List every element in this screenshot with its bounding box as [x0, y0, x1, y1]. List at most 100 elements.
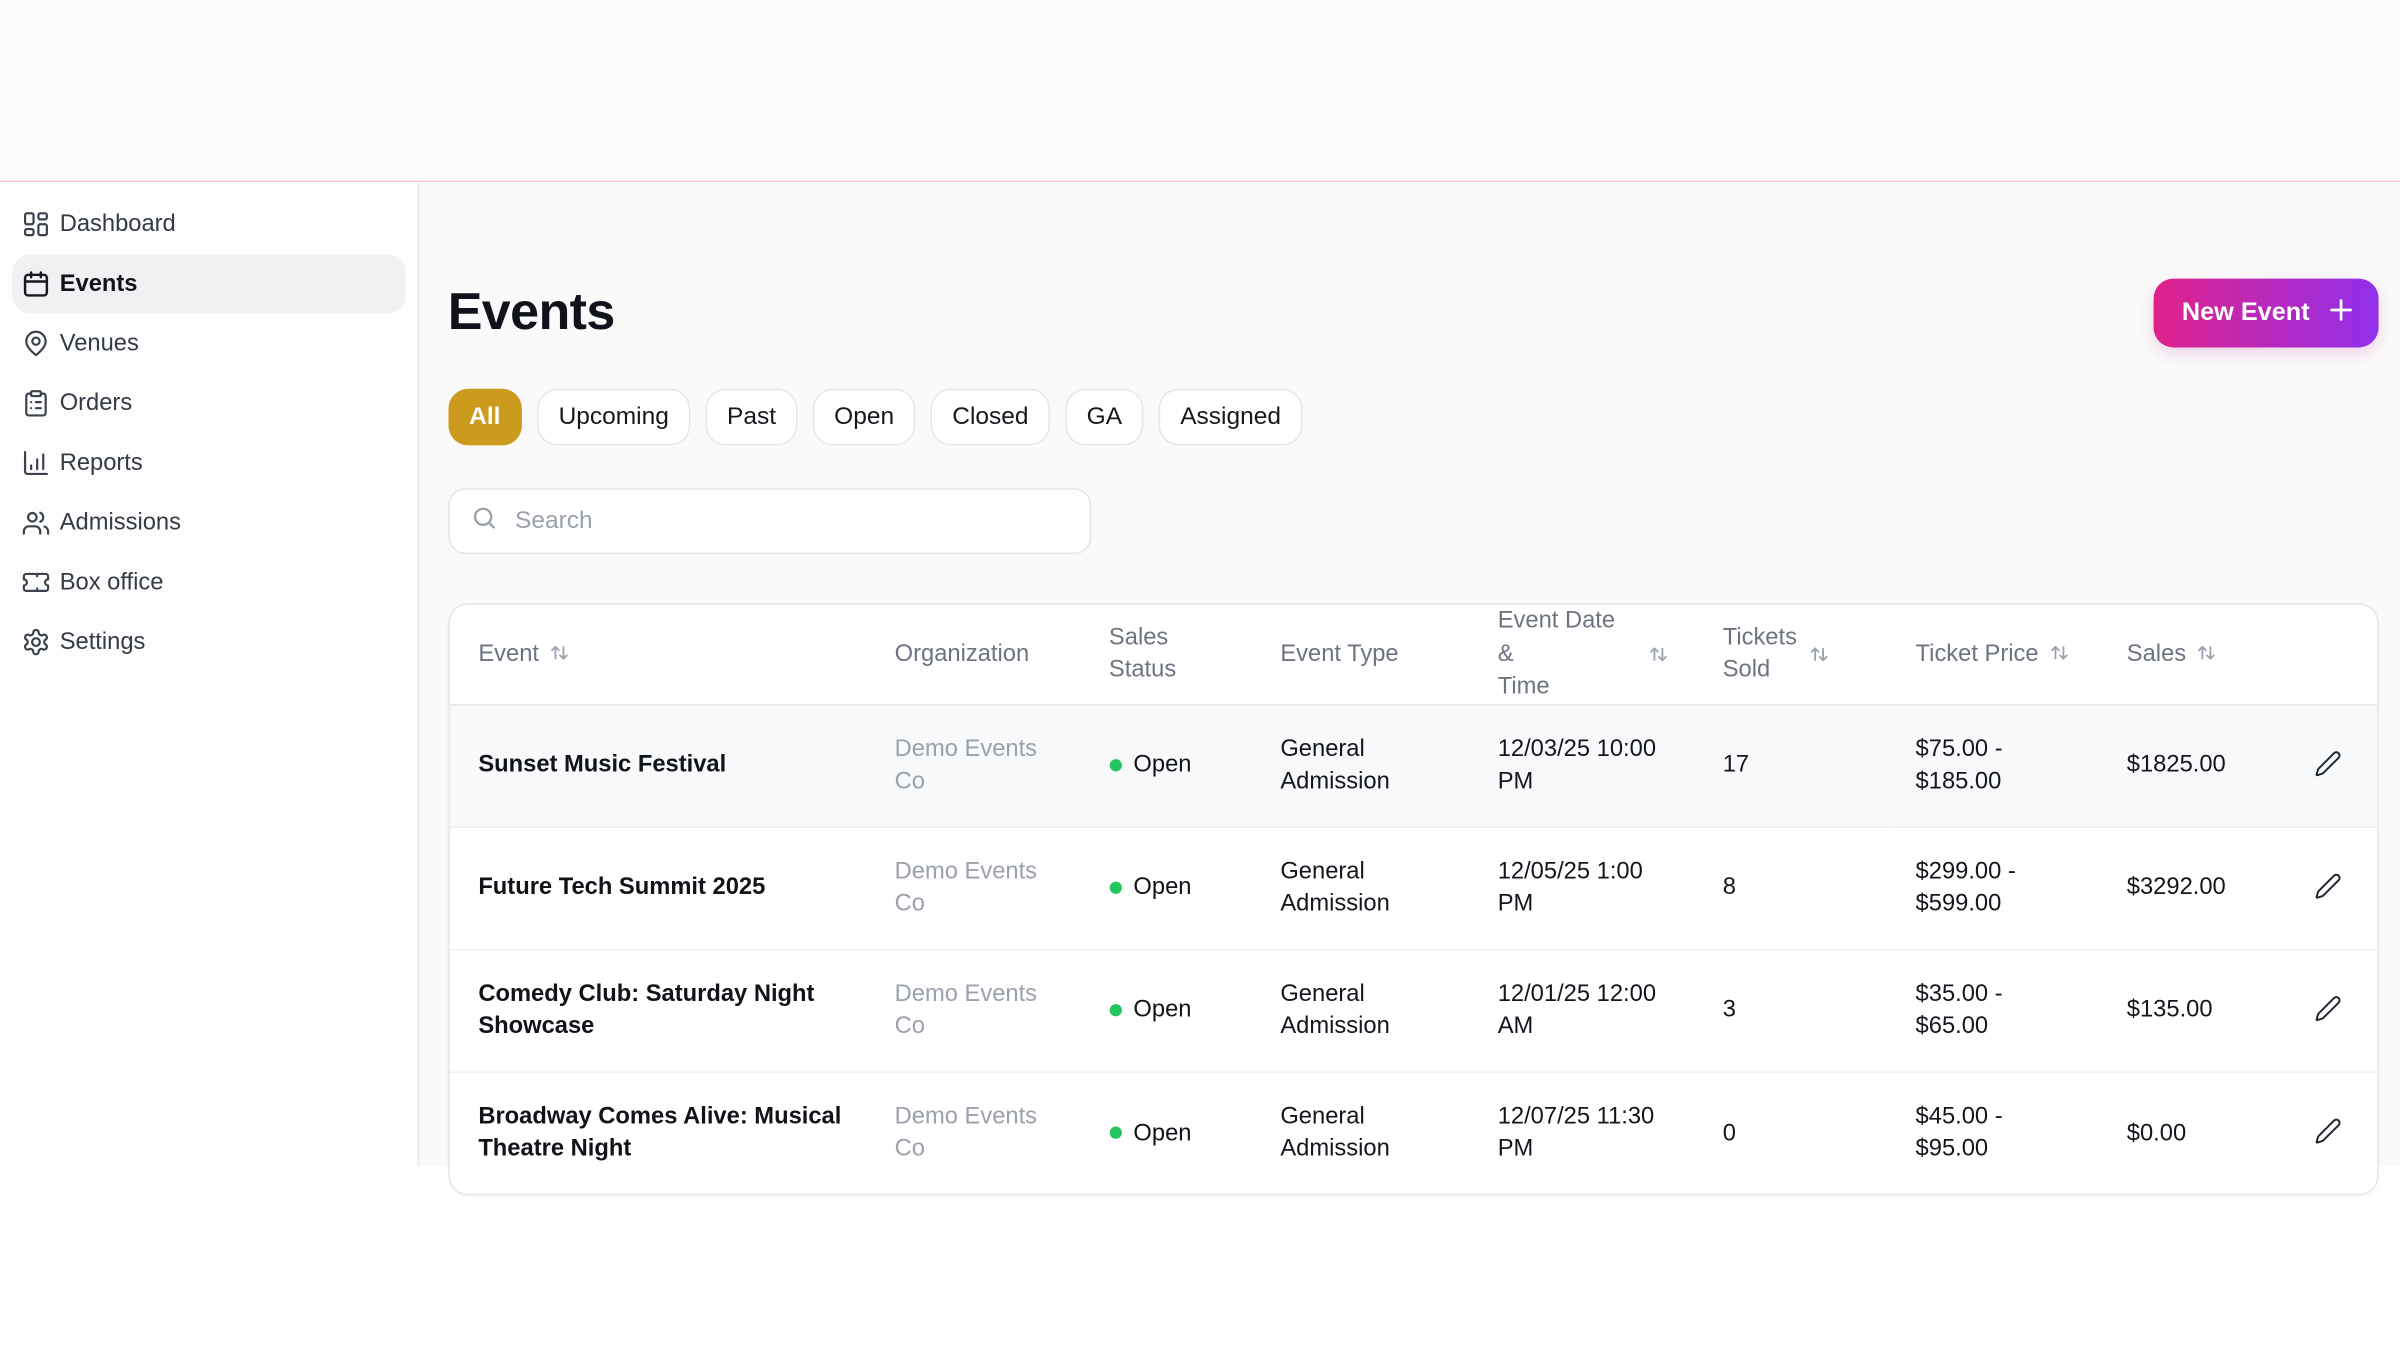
filter-open[interactable]: Open: [812, 388, 916, 446]
event-type: General Admission: [1280, 857, 1390, 917]
events-table: Event Organization Sales Status Event Type Ev…: [449, 604, 2377, 1194]
event-datetime: 12/05/25 1:00 PM: [1497, 857, 1643, 917]
new-event-label: New Event: [2181, 298, 2310, 327]
plus-icon: [2326, 295, 2355, 332]
sales-status: Open: [1108, 749, 1225, 782]
filter-upcoming[interactable]: Upcoming: [537, 388, 691, 446]
status-label: Open: [1133, 996, 1192, 1023]
ticket-icon: [20, 567, 51, 598]
ticket-price: $299.00 - $599.00: [1915, 857, 2016, 917]
pencil-icon: [2314, 994, 2342, 1026]
organization: Demo Events Co: [894, 735, 1038, 795]
edit-event-button[interactable]: [2310, 869, 2344, 907]
status-label: Open: [1133, 751, 1192, 778]
filter-all[interactable]: All: [447, 388, 522, 446]
sidebar-item-orders[interactable]: Orders: [12, 373, 405, 433]
edit-event-button[interactable]: [2310, 1114, 2344, 1152]
ticket-price: $45.00 - $95.00: [1915, 1103, 2003, 1163]
column-header-sales_status: Sales Status: [1081, 604, 1253, 705]
column-label: Sales Status: [1108, 624, 1177, 684]
status-dot-icon: [1108, 1126, 1122, 1140]
screen: Dashboard Events Venues Orders Reports Admiss…: [0, 0, 2400, 1350]
sort-icon: [2049, 643, 2069, 663]
sidebar-nav: Dashboard Events Venues Orders Reports Admiss…: [0, 194, 418, 672]
table-header-row: Event Organization Sales Status Event Type Ev…: [449, 604, 2377, 705]
event-type: General Admission: [1280, 1103, 1390, 1163]
sidebar-item-settings[interactable]: Settings: [12, 612, 405, 672]
sidebar-item-label: Reports: [59, 449, 143, 476]
ticket-price: $75.00 - $185.00: [1915, 735, 2003, 795]
column-header-event_type: Event Type: [1252, 604, 1471, 705]
event-datetime: 12/07/25 11:30 PM: [1497, 1103, 1655, 1163]
column-header-ticket_price[interactable]: Ticket Price: [1888, 604, 2100, 705]
status-dot-icon: [1108, 1004, 1122, 1017]
layout-dashboard-icon: [20, 209, 51, 240]
event-name: Future Tech Summit 2025: [478, 874, 766, 901]
sidebar-item-box-office[interactable]: Box office: [12, 553, 405, 613]
status-label: Open: [1133, 1119, 1192, 1146]
sidebar-item-admissions[interactable]: Admissions: [12, 493, 405, 553]
filter-ga[interactable]: GA: [1065, 388, 1144, 446]
status-label: Open: [1133, 874, 1192, 901]
column-header-tickets_sold[interactable]: Tickets Sold: [1695, 604, 1889, 705]
top-band: [0, 0, 2400, 183]
events-table-card: Event Organization Sales Status Event Type Ev…: [447, 603, 2378, 1196]
column-label: Event: [478, 640, 539, 667]
table-row: Sunset Music Festival Demo Events Co Open G…: [449, 704, 2377, 827]
filter-past[interactable]: Past: [705, 388, 798, 446]
sidebar-item-label: Box office: [59, 568, 164, 595]
column-label: Ticket Price: [1915, 640, 2039, 667]
search-icon: [471, 504, 497, 538]
column-label: Sales: [2126, 640, 2187, 667]
page-header: Events New Event: [447, 278, 2378, 348]
table-body: Sunset Music Festival Demo Events Co Open G…: [449, 704, 2377, 1194]
event-datetime: 12/03/25 10:00 PM: [1497, 735, 1657, 795]
new-event-button[interactable]: New Event: [2152, 278, 2378, 348]
table-row: Future Tech Summit 2025 Demo Events Co Ope…: [449, 825, 2377, 949]
sort-icon: [2197, 643, 2217, 663]
edit-event-button[interactable]: [2310, 991, 2344, 1029]
sidebar-item-venues[interactable]: Venues: [12, 314, 405, 374]
event-name: Comedy Club: Saturday Night Showcase: [478, 980, 815, 1040]
sidebar-item-dashboard[interactable]: Dashboard: [12, 194, 405, 254]
column-label: Event Type: [1280, 640, 1399, 667]
column-header-sales[interactable]: Sales: [2099, 604, 2283, 705]
sidebar-item-reports[interactable]: Reports: [12, 433, 405, 493]
sales-amount: $0.00: [2126, 1119, 2187, 1146]
status-dot-icon: [1108, 759, 1122, 772]
column-header-datetime[interactable]: Event Date & Time: [1470, 604, 1696, 705]
sales-status: Open: [1108, 871, 1225, 904]
sidebar: Dashboard Events Venues Orders Reports Admiss…: [0, 182, 420, 1167]
filter-bar: All Upcoming Past Open Closed GA Assigned: [447, 388, 2378, 446]
sales-amount: $135.00: [2126, 996, 2213, 1023]
event-datetime: 12/01/25 12:00 AM: [1497, 980, 1657, 1040]
calendar-icon: [20, 269, 51, 300]
organization: Demo Events Co: [894, 857, 1038, 917]
event-name: Broadway Comes Alive: Musical Theatre Ni…: [478, 1103, 842, 1163]
sidebar-item-label: Orders: [59, 389, 133, 416]
tickets-sold: 0: [1722, 1119, 1736, 1146]
filter-assigned[interactable]: Assigned: [1158, 388, 1303, 446]
page-title: Events: [447, 283, 616, 342]
search-input[interactable]: [515, 507, 1068, 535]
edit-event-button[interactable]: [2310, 746, 2344, 784]
sales-status: Open: [1108, 994, 1225, 1027]
column-label: Event Date & Time: [1497, 607, 1616, 700]
column-label: Organization: [894, 640, 1030, 667]
sort-icon: [550, 643, 570, 663]
main-content: Events New Event All Upcoming Past Open Clos…: [419, 182, 2400, 1196]
pencil-icon: [2314, 749, 2342, 781]
sidebar-item-label: Dashboard: [59, 210, 176, 237]
sidebar-item-label: Events: [59, 270, 138, 297]
event-type: General Admission: [1280, 735, 1390, 795]
column-header-event[interactable]: Event: [449, 604, 868, 705]
filter-closed[interactable]: Closed: [930, 388, 1050, 446]
sort-icon: [1648, 644, 1668, 664]
status-dot-icon: [1108, 881, 1122, 894]
column-header-actions: [2282, 604, 2377, 705]
event-type: General Admission: [1280, 980, 1390, 1040]
sidebar-item-events[interactable]: Events: [12, 254, 406, 314]
users-icon: [20, 507, 51, 538]
gear-icon: [20, 627, 51, 658]
sidebar-item-label: Admissions: [59, 508, 181, 535]
